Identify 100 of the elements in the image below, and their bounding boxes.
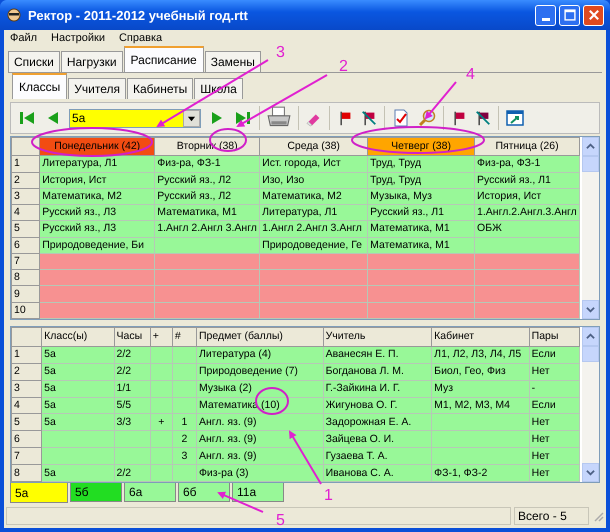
column-header[interactable]: Предмет (баллы) <box>196 328 324 346</box>
annotation-arrow <box>424 81 457 120</box>
table-cell: 5а <box>42 414 114 431</box>
table-cell: Русский яз., Л2 <box>154 188 260 205</box>
row-number: 4 <box>12 397 42 414</box>
table-cell: Русский яз., Л2 <box>154 172 260 188</box>
column-header[interactable]: # <box>172 328 196 346</box>
row-number: 7 <box>12 448 42 465</box>
row-number: 3 <box>12 188 40 205</box>
maximize-button[interactable] <box>559 4 580 26</box>
table-cell: + <box>150 414 172 431</box>
row-number: 8 <box>12 464 42 482</box>
table-cell: Русский яз., Л3 <box>40 204 155 221</box>
table-cell: Англ. яз. (9) <box>196 414 324 431</box>
column-header[interactable]: Понедельник (42) <box>40 138 155 156</box>
crossed-flag-icon <box>360 109 378 127</box>
tab[interactable]: Расписание <box>124 46 204 72</box>
tab[interactable]: Кабинеты <box>127 78 194 99</box>
row-number: 8 <box>12 270 40 286</box>
annotation-number: 5 <box>276 512 285 529</box>
table-cell: Природоведение, Би <box>40 237 155 254</box>
table-cell: ФЗ-1, ФЗ-2 <box>432 464 530 482</box>
class-tab[interactable]: 6а <box>124 483 176 502</box>
table-cell: Труд, Труд <box>368 172 475 188</box>
row-number: 2 <box>12 363 42 380</box>
table-cell: Гузаева Т. А. <box>323 448 432 465</box>
tab[interactable]: Нагрузки <box>60 51 123 72</box>
table-cell: Если <box>529 397 580 414</box>
table-cell: Физ-ра, ФЗ-1 <box>474 156 580 172</box>
close-icon <box>586 8 600 22</box>
table-cell: Русский яз., Л1 <box>368 204 475 221</box>
table-cell: Физ-ра, ФЗ-1 <box>154 156 260 172</box>
row-number: 3 <box>12 380 42 398</box>
column-header[interactable]: Часы <box>114 328 150 346</box>
annotation-number: 4 <box>466 66 475 83</box>
scroll-thumb[interactable] <box>582 346 599 362</box>
table-cell: 2 <box>172 430 196 448</box>
table-cell: Нет <box>529 430 580 448</box>
column-header[interactable]: Учитель <box>323 328 432 346</box>
class-tab[interactable]: 5а <box>10 483 68 503</box>
table-cell: 1.Англ 2.Англ 3.Англ <box>154 220 260 238</box>
table-cell: 5а <box>42 397 114 414</box>
table-cell: Ист. города, Ист <box>260 156 368 172</box>
scroll-up-icon <box>586 332 595 341</box>
crossed-flag-icon <box>474 109 492 127</box>
table-cell: Математика, М2 <box>260 188 368 205</box>
scrollbar[interactable] <box>582 137 599 319</box>
tab[interactable]: Учителя <box>68 78 126 99</box>
row-number: 1 <box>12 156 40 172</box>
class-tab[interactable]: 11а <box>232 483 284 502</box>
table-cell: Зайцева О. И. <box>323 430 432 448</box>
table-cell: Жигунова О. Г. <box>323 397 432 414</box>
menu-item[interactable]: Файл <box>10 32 38 46</box>
annotation-arrow <box>288 430 322 485</box>
annotation-number: 1 <box>324 487 333 504</box>
tab[interactable]: Списки <box>8 51 60 72</box>
row-number: 10 <box>12 302 40 318</box>
table-cell: Природоведение, Ге <box>260 237 368 254</box>
table-cell: Иванова С. А. <box>323 464 432 482</box>
table-cell: 1.Англ.2.Англ.3.Англ <box>474 204 580 221</box>
column-header[interactable]: Кабинет <box>432 328 530 346</box>
table-cell: Литература, Л1 <box>40 156 155 172</box>
menu-item[interactable]: Настройки <box>51 32 105 46</box>
row-number: 2 <box>12 172 40 188</box>
table-cell: Русский яз., Л3 <box>40 220 155 238</box>
row-number: 9 <box>12 286 40 302</box>
minimize-button[interactable] <box>535 4 556 26</box>
table-cell: Музыка, Муз <box>368 188 475 205</box>
status-total: Всего - 5 <box>514 507 589 525</box>
minimize-icon <box>542 18 550 20</box>
table-cell: Математика, М1 <box>368 220 475 238</box>
row-number: 6 <box>12 237 40 254</box>
search-icon <box>417 108 437 128</box>
column-header[interactable]: Пары <box>529 328 580 346</box>
column-header[interactable]: Класс(ы) <box>42 328 114 346</box>
app-icon <box>6 7 22 23</box>
table-cell: Изо, Изо <box>260 172 368 188</box>
table-cell: Математика, М1 <box>154 204 260 221</box>
class-dropdown[interactable]: 5а <box>69 108 201 128</box>
row-number: 1 <box>12 346 42 364</box>
tab[interactable]: Замены <box>204 51 261 72</box>
scrollbar[interactable] <box>582 327 599 482</box>
class-tab[interactable]: 6б <box>178 483 230 502</box>
table-cell: 5а <box>42 346 114 364</box>
tab[interactable]: Классы <box>12 73 68 99</box>
menu-item[interactable]: Справка <box>118 32 162 46</box>
column-header[interactable]: + <box>150 328 172 346</box>
column-header[interactable]: Пятница (26) <box>474 138 580 156</box>
column-header[interactable]: Среда (38) <box>260 138 368 156</box>
table-cell: Англ. яз. (9) <box>196 448 324 465</box>
close-button[interactable] <box>583 4 604 26</box>
table-cell: 5/5 <box>114 397 150 414</box>
row-number: 7 <box>12 253 40 270</box>
class-tab[interactable]: 5б <box>70 483 122 502</box>
table-cell: Труд, Труд <box>368 156 475 172</box>
table-cell: Литература, Л1 <box>260 204 368 221</box>
table-cell: История, Ист <box>474 188 580 205</box>
row-number: 5 <box>12 414 42 431</box>
table-cell: 2/2 <box>114 346 150 364</box>
scroll-thumb[interactable] <box>582 156 599 172</box>
